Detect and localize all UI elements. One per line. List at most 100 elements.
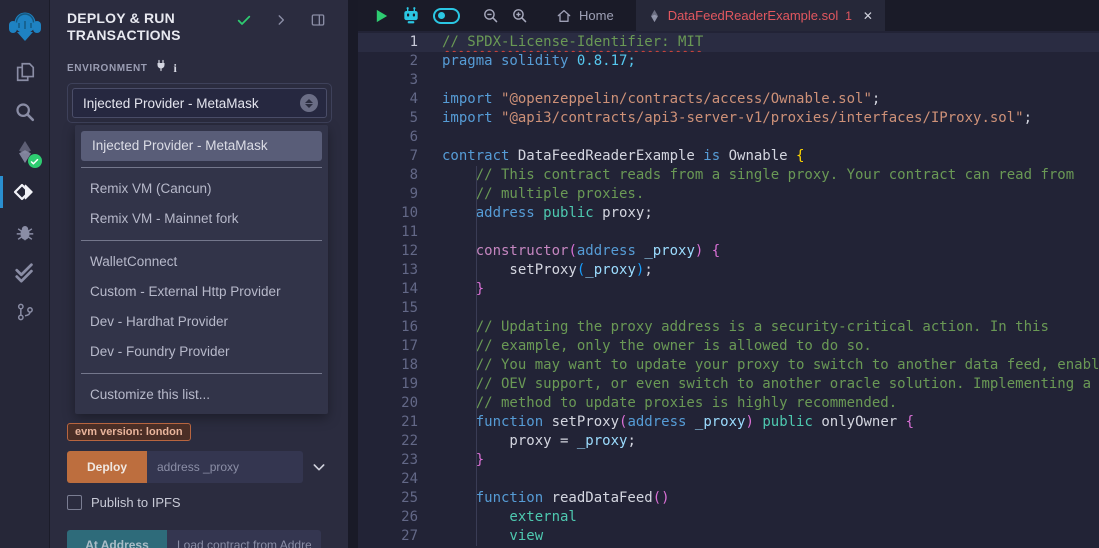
line-number: 6: [358, 128, 418, 147]
deploy-row: Deploy: [67, 451, 332, 483]
line-number: 24: [358, 470, 418, 489]
indent-guide: [476, 223, 477, 242]
environment-menu-item[interactable]: Dev - Foundry Provider: [79, 337, 324, 367]
remix-logo-icon[interactable]: [0, 0, 50, 52]
deploy-args-input[interactable]: [147, 451, 303, 483]
environment-menu-item[interactable]: Customize this list...: [79, 380, 324, 410]
environment-menu-item[interactable]: Injected Provider - MetaMask: [81, 131, 322, 161]
panel-title: DEPLOY & RUN TRANSACTIONS: [67, 10, 230, 44]
indent-guide: [476, 451, 477, 470]
environment-select[interactable]: Injected Provider - MetaMask: [72, 88, 327, 118]
compiled-check-badge: [28, 154, 42, 168]
indent-guide: [476, 470, 477, 489]
indent-guide: [476, 432, 477, 451]
line-number: 21: [358, 413, 418, 432]
menu-divider: [81, 373, 322, 374]
file-error-count-badge: 1: [845, 9, 852, 23]
code-line: 21 function setProxy(address _proxy) pub…: [358, 413, 1099, 432]
ai-assistant-icon[interactable]: [395, 6, 427, 26]
ai-copilot-toggle-icon[interactable]: [427, 8, 466, 24]
line-number: 26: [358, 508, 418, 527]
git-icon[interactable]: [0, 292, 50, 332]
line-number: 12: [358, 242, 418, 261]
line-number: 1: [358, 33, 418, 52]
panel-resize-handle[interactable]: [348, 0, 358, 548]
file-explorer-icon[interactable]: [0, 52, 50, 92]
line-number: 22: [358, 432, 418, 451]
line-number: 23: [358, 451, 418, 470]
tab-active-file[interactable]: DataFeedReaderExample.sol 1 ✕: [636, 0, 885, 31]
line-number: 7: [358, 147, 418, 166]
chevron-right-icon[interactable]: [268, 13, 294, 27]
code-line: 10 address public proxy;: [358, 204, 1099, 223]
code-line: 24: [358, 470, 1099, 489]
environment-menu-item[interactable]: WalletConnect: [79, 247, 324, 277]
line-number: 18: [358, 356, 418, 375]
tab-home[interactable]: Home: [548, 0, 622, 31]
environment-menu-item[interactable]: Remix VM - Mainnet fork: [79, 204, 324, 234]
code-line: 18 // You may want to update your proxy …: [358, 356, 1099, 375]
code-line: 7contract DataFeedReaderExample is Ownab…: [358, 147, 1099, 166]
evm-version-badge: evm version: london: [67, 423, 191, 441]
at-address-button[interactable]: At Address: [67, 530, 167, 548]
code-line: 9 // multiple proxies.: [358, 185, 1099, 204]
search-icon[interactable]: [0, 92, 50, 132]
indent-guide: [476, 204, 477, 223]
indent-guide: [476, 280, 477, 299]
indent-guide: [476, 242, 477, 261]
editor-topbar: Home DataFeedReaderExample.sol 1 ✕: [358, 0, 1099, 31]
environment-menu-item[interactable]: Custom - External Http Provider: [79, 277, 324, 307]
line-number: 11: [358, 223, 418, 242]
line-number: 8: [358, 166, 418, 185]
close-tab-icon[interactable]: ✕: [863, 9, 873, 23]
indent-guide: [476, 356, 477, 375]
select-caret-icon[interactable]: [300, 94, 318, 112]
plug-icon[interactable]: [155, 59, 167, 77]
editor-pane: Home DataFeedReaderExample.sol 1 ✕ 1// S…: [358, 0, 1099, 548]
indent-guide: [476, 166, 477, 185]
info-icon[interactable]: i: [174, 61, 177, 76]
check-icon[interactable]: [230, 12, 258, 28]
line-number: 5: [358, 109, 418, 128]
expand-params-icon[interactable]: [311, 459, 327, 475]
indent-guide: [476, 508, 477, 527]
publish-row: Publish to IPFS: [67, 495, 332, 510]
pin-panel-icon[interactable]: [304, 12, 332, 28]
indent-guide: [476, 394, 477, 413]
remix-ide-window: DEPLOY & RUN TRANSACTIONS ENVIRONMENT i: [0, 0, 1099, 548]
code-line: 22 proxy = _proxy;: [358, 432, 1099, 451]
environment-menu-item[interactable]: Dev - Hardhat Provider: [79, 307, 324, 337]
at-address-row: At Address: [67, 530, 332, 548]
publish-ipfs-checkbox[interactable]: [67, 495, 82, 510]
code-line: 13 setProxy(_proxy);: [358, 261, 1099, 280]
solidity-file-icon: [648, 9, 661, 23]
code-editor[interactable]: 1// SPDX-License-Identifier: MIT2pragma …: [358, 31, 1099, 548]
active-file-name: DataFeedReaderExample.sol: [668, 8, 839, 23]
code-line: 6: [358, 128, 1099, 147]
line-number: 16: [358, 318, 418, 337]
indent-guide: [476, 375, 477, 394]
environment-menu-item[interactable]: Remix VM (Cancun): [79, 174, 324, 204]
unit-testing-icon[interactable]: [0, 252, 50, 292]
solidity-compiler-icon[interactable]: [0, 132, 50, 172]
environment-label: ENVIRONMENT: [67, 63, 148, 74]
indent-guide: [476, 489, 477, 508]
code-line: 17 // example, only the owner is allowed…: [358, 337, 1099, 356]
deploy-run-icon[interactable]: [0, 172, 50, 212]
code-line: 11: [358, 223, 1099, 242]
zoom-in-icon[interactable]: [505, 7, 534, 24]
code-line: 1// SPDX-License-Identifier: MIT: [358, 33, 1099, 52]
code-line: 15: [358, 299, 1099, 318]
line-number: 14: [358, 280, 418, 299]
at-address-input[interactable]: [167, 530, 321, 548]
line-number: 2: [358, 52, 418, 71]
code-line: 14 }: [358, 280, 1099, 299]
deploy-button[interactable]: Deploy: [67, 451, 147, 483]
code-line: 25 function readDataFeed(): [358, 489, 1099, 508]
run-script-icon[interactable]: [368, 8, 395, 24]
line-number: 27: [358, 527, 418, 546]
indent-guide: [476, 527, 477, 546]
code-line: 4import "@openzeppelin/contracts/access/…: [358, 90, 1099, 109]
debugger-icon[interactable]: [0, 212, 50, 252]
zoom-out-icon[interactable]: [476, 7, 505, 24]
